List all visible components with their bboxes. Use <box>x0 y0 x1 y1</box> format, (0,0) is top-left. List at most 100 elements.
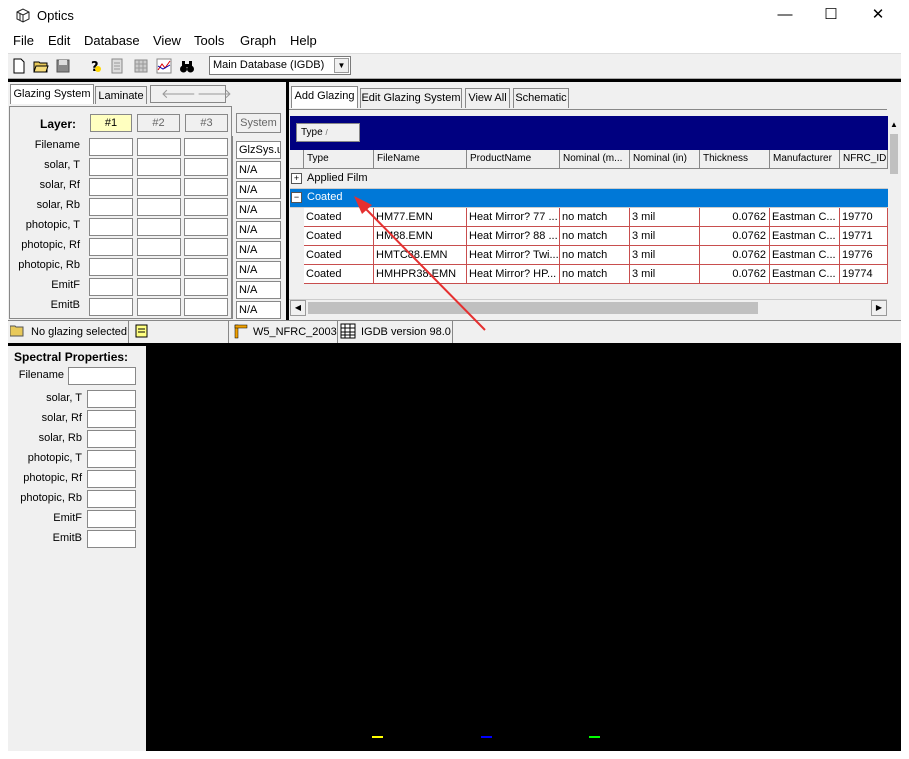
arrow-left-icon[interactable]: 🡐 <box>161 86 196 102</box>
layer-2-field[interactable] <box>137 138 181 156</box>
note-icon[interactable] <box>134 323 150 339</box>
column-header[interactable]: NFRC_ID <box>840 150 888 169</box>
table-cell[interactable]: Eastman C... <box>770 208 840 227</box>
binoculars-icon[interactable] <box>177 56 197 76</box>
save-icon[interactable] <box>53 56 73 76</box>
table-cell[interactable]: 19774 <box>840 265 888 284</box>
minimize-button[interactable]: — <box>770 4 800 26</box>
layer-2-field[interactable] <box>137 238 181 256</box>
menu-edit[interactable]: Edit <box>48 33 70 48</box>
chevron-down-icon[interactable]: ▼ <box>334 58 349 73</box>
table-cell[interactable]: no match <box>560 208 630 227</box>
column-header[interactable]: Type <box>304 150 374 169</box>
layer-3-field[interactable] <box>184 218 228 236</box>
table-cell[interactable]: 19776 <box>840 246 888 265</box>
database-select[interactable]: Main Database (IGDB) ▼ <box>209 56 351 75</box>
close-button[interactable]: ✕ <box>863 4 893 26</box>
layer-3-field[interactable] <box>184 138 228 156</box>
layer-3-field[interactable] <box>184 198 228 216</box>
table-cell[interactable]: 3 mil <box>630 208 700 227</box>
layer-1-field[interactable] <box>89 158 133 176</box>
menu-help[interactable]: Help <box>290 33 317 48</box>
scroll-right-icon[interactable]: ▶ <box>871 300 887 316</box>
layer-1-button[interactable]: #1 <box>90 114 132 132</box>
layer-1-field[interactable] <box>89 298 133 316</box>
column-header[interactable]: Manufacturer <box>770 150 840 169</box>
layer-2-field[interactable] <box>137 278 181 296</box>
table-cell[interactable]: Eastman C... <box>770 246 840 265</box>
layer-3-field[interactable] <box>184 178 228 196</box>
layer-1-field[interactable] <box>89 218 133 236</box>
layer-1-field[interactable] <box>89 278 133 296</box>
layer-1-field[interactable] <box>89 178 133 196</box>
column-header[interactable]: Nominal (m... <box>560 150 630 169</box>
tab-laminate[interactable]: Laminate <box>95 86 147 104</box>
tab-add-glazing[interactable]: Add Glazing <box>291 86 358 108</box>
column-header[interactable]: Thickness <box>700 150 770 169</box>
layer-3-button[interactable]: #3 <box>185 114 228 132</box>
layer-1-field[interactable] <box>89 198 133 216</box>
table-cell[interactable]: 0.0762 <box>700 208 770 227</box>
new-file-icon[interactable] <box>9 56 29 76</box>
menu-database[interactable]: Database <box>84 33 140 48</box>
vertical-scrollbar[interactable]: ▲ <box>888 116 900 302</box>
table-cell[interactable]: 0.0762 <box>700 246 770 265</box>
menu-view[interactable]: View <box>153 33 181 48</box>
vertical-scroll-thumb[interactable] <box>890 134 898 174</box>
tab-edit-glazing-system[interactable]: Edit Glazing System <box>360 88 462 108</box>
chart-icon[interactable] <box>154 56 174 76</box>
tab-glazing-system[interactable]: Glazing System <box>10 84 94 104</box>
row-indicator[interactable] <box>290 227 304 246</box>
table-cell[interactable]: 19771 <box>840 227 888 246</box>
layer-2-field[interactable] <box>137 298 181 316</box>
layer-1-field[interactable] <box>89 238 133 256</box>
layer-2-button[interactable]: #2 <box>137 114 180 132</box>
layer-3-field[interactable] <box>184 298 228 316</box>
table-cell[interactable]: Eastman C... <box>770 265 840 284</box>
group-row[interactable] <box>290 170 888 189</box>
row-indicator[interactable] <box>290 208 304 227</box>
column-header[interactable]: Nominal (in) <box>630 150 700 169</box>
maximize-button[interactable]: ☐ <box>816 4 846 26</box>
collapse-icon[interactable]: − <box>291 192 302 203</box>
layer-2-field[interactable] <box>137 158 181 176</box>
expand-icon[interactable]: + <box>291 173 302 184</box>
table-cell[interactable]: 3 mil <box>630 227 700 246</box>
table-cell[interactable]: no match <box>560 246 630 265</box>
column-header[interactable]: FileName <box>374 150 467 169</box>
layer-2-field[interactable] <box>137 218 181 236</box>
table-cell[interactable]: no match <box>560 265 630 284</box>
table-cell[interactable]: no match <box>560 227 630 246</box>
menu-file[interactable]: File <box>13 33 34 48</box>
group-by-type-chip[interactable]: Type / <box>296 123 360 142</box>
menu-graph[interactable]: Graph <box>240 33 276 48</box>
row-indicator[interactable] <box>290 265 304 284</box>
menu-tools[interactable]: Tools <box>194 33 224 48</box>
table-cell[interactable]: Eastman C... <box>770 227 840 246</box>
grid-icon[interactable] <box>131 56 151 76</box>
table-cell[interactable]: 3 mil <box>630 246 700 265</box>
layer-2-field[interactable] <box>137 258 181 276</box>
table-cell[interactable]: 0.0762 <box>700 265 770 284</box>
arrow-right-icon[interactable]: 🡒 <box>197 86 232 102</box>
scroll-up-icon[interactable]: ▲ <box>890 120 898 129</box>
system-button[interactable]: System <box>236 113 281 133</box>
layer-2-field[interactable] <box>137 198 181 216</box>
layer-3-field[interactable] <box>184 238 228 256</box>
help-question-icon[interactable]: ? <box>85 56 105 76</box>
scroll-left-icon[interactable]: ◀ <box>290 300 306 316</box>
layer-3-field[interactable] <box>184 278 228 296</box>
open-folder-icon[interactable] <box>31 56 51 76</box>
layer-2-field[interactable] <box>137 178 181 196</box>
layer-3-field[interactable] <box>184 158 228 176</box>
tab-schematic[interactable]: Schematic <box>513 88 569 108</box>
layer-1-field[interactable] <box>89 258 133 276</box>
report-icon[interactable] <box>107 56 127 76</box>
column-header[interactable]: ProductName <box>467 150 560 169</box>
layer-1-field[interactable] <box>89 138 133 156</box>
table-cell[interactable]: 3 mil <box>630 265 700 284</box>
layer-3-field[interactable] <box>184 258 228 276</box>
table-cell[interactable]: 19770 <box>840 208 888 227</box>
tab-view-all[interactable]: View All <box>465 88 510 108</box>
row-indicator[interactable] <box>290 246 304 265</box>
